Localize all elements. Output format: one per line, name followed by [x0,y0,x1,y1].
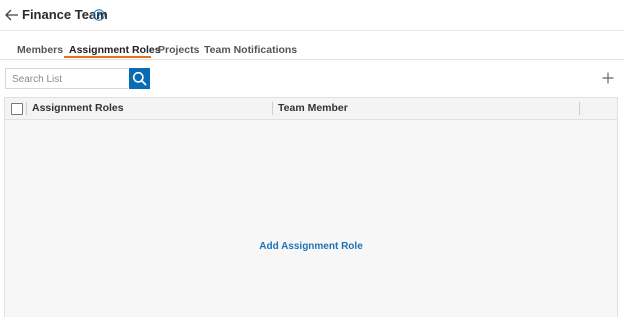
arrow-left-icon[interactable] [4,7,20,23]
page-header: Finance Team [0,0,624,31]
select-all-checkbox[interactable] [11,103,23,115]
tab-members[interactable]: Members [17,43,63,57]
search-box [5,68,128,89]
column-separator [26,102,27,115]
search-button[interactable] [129,68,150,89]
column-separator[interactable] [579,102,580,115]
active-tab-indicator [64,56,151,58]
column-header-assignment-roles[interactable]: Assignment Roles [32,102,124,115]
plus-icon[interactable] [601,71,615,85]
column-header-team-member[interactable]: Team Member [278,102,348,115]
tab-team-notifications[interactable]: Team Notifications [204,43,297,57]
tab-projects[interactable]: Projects [158,43,199,57]
column-separator[interactable] [272,102,273,115]
search-input[interactable] [6,70,127,89]
add-assignment-role-link[interactable]: Add Assignment Role [5,241,617,252]
assignment-roles-grid: Assignment Roles Team Member Add Assignm… [4,97,618,317]
search-icon [132,71,147,86]
question-circle-icon[interactable] [93,9,105,21]
grid-header: Assignment Roles Team Member [5,98,617,120]
team-detail-page: Finance Team Members Assignment Roles Pr… [0,0,624,317]
tab-assignment-roles[interactable]: Assignment Roles [69,43,161,57]
